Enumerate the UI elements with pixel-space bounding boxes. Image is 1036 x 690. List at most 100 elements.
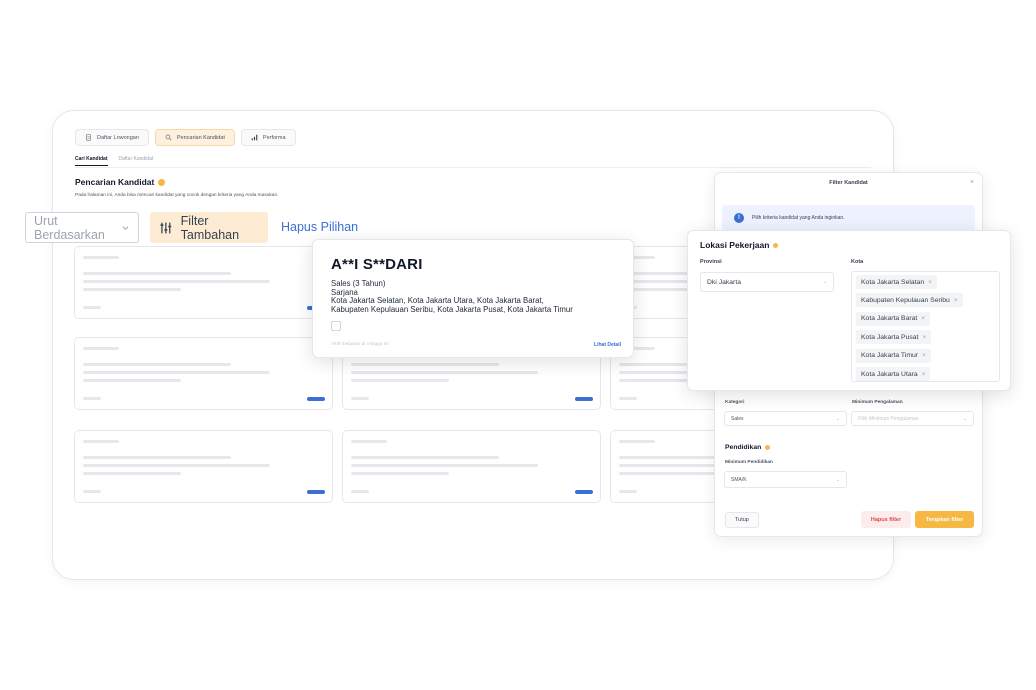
remove-icon[interactable]: × bbox=[922, 371, 926, 378]
provinsi-label: Provinsi bbox=[700, 259, 722, 265]
pengalaman-label: Minimum Pengalaman bbox=[852, 400, 903, 405]
info-icon[interactable] bbox=[158, 178, 166, 186]
skeleton-line bbox=[83, 256, 119, 259]
remove-icon[interactable]: × bbox=[954, 297, 958, 304]
city-chip-label: Kota Jakarta Barat bbox=[861, 315, 918, 323]
lokasi-pekerjaan-panel: Lokasi Pekerjaan Provinsi Kota Dki Jakar… bbox=[687, 230, 1011, 391]
city-chip[interactable]: Kota Jakarta Pusat × bbox=[856, 330, 932, 345]
skeleton-line bbox=[619, 397, 637, 400]
skeleton-line bbox=[83, 440, 119, 443]
pendidikan-title-text: Pendidikan bbox=[725, 444, 762, 451]
skeleton-line bbox=[83, 464, 270, 467]
min-pendidikan-select[interactable]: SMA/K ⌄ bbox=[724, 471, 847, 488]
city-chip-label: Kota Jakarta Pusat bbox=[861, 333, 919, 341]
info-banner: ! Pilih kriteria kandidat yang Anda ingi… bbox=[722, 205, 975, 231]
chevron-down-icon: ⌄ bbox=[962, 415, 967, 422]
city-chip-label: Kota Jakarta Timur bbox=[861, 352, 919, 360]
skeleton-line bbox=[83, 379, 181, 382]
min-pendidikan-value: SMA/K bbox=[731, 476, 747, 483]
city-chip[interactable]: Kabupaten Kepulauan Seribu × bbox=[856, 293, 963, 308]
sliders-icon bbox=[160, 222, 172, 233]
city-chip[interactable]: Kota Jakarta Timur × bbox=[856, 348, 931, 363]
skeleton-line bbox=[619, 472, 717, 475]
search-icon bbox=[165, 134, 172, 141]
remove-icon[interactable]: × bbox=[922, 352, 926, 359]
hapus-filter-button[interactable]: Hapus filter bbox=[861, 511, 911, 528]
candidate-locations-2: Kabupaten Kepulauan Seribu, Kota Jakarta… bbox=[331, 304, 573, 314]
candidate-card-placeholder bbox=[74, 246, 333, 319]
kategori-select[interactable]: Sales ⌄ bbox=[724, 411, 847, 426]
filter-tambahan-button[interactable]: Filter Tambahan bbox=[150, 212, 268, 243]
action-pill bbox=[575, 490, 593, 494]
page-title: Pencarian Kandidat bbox=[75, 177, 166, 187]
candidate-card-placeholder bbox=[74, 430, 333, 503]
subtab-cari-kandidat[interactable]: Cari Kandidat bbox=[75, 156, 108, 166]
info-icon[interactable] bbox=[765, 445, 771, 450]
min-pendidikan-label: Minimum Pendidikan bbox=[725, 460, 773, 465]
city-chip[interactable]: Kota Jakarta Barat × bbox=[856, 311, 931, 326]
close-icon[interactable]: × bbox=[970, 179, 974, 186]
sort-label: Urut Berdasarkan bbox=[34, 213, 105, 242]
skeleton-line bbox=[619, 440, 655, 443]
modal-title: Filter Kandidat bbox=[829, 180, 868, 186]
skeleton-line bbox=[83, 472, 181, 475]
candidate-card-placeholder bbox=[342, 430, 601, 503]
candidate-experience: Sales (3 Tahun) bbox=[331, 279, 386, 288]
skeleton-line bbox=[351, 464, 538, 467]
terapkan-filter-button[interactable]: Terapkan filter bbox=[915, 511, 974, 528]
skeleton-line bbox=[83, 288, 181, 291]
lihat-detail-link[interactable]: Lihat Detail bbox=[594, 342, 621, 348]
remove-icon[interactable]: × bbox=[922, 334, 926, 341]
tab-label: Performa bbox=[262, 134, 286, 141]
skeleton-line bbox=[83, 363, 231, 366]
skeleton-line bbox=[351, 397, 369, 400]
action-pill bbox=[575, 397, 593, 401]
tab-performa[interactable]: Performa bbox=[240, 129, 296, 146]
kota-label: Kota bbox=[851, 259, 864, 265]
city-chip[interactable]: Kota Jakarta Utara × bbox=[856, 367, 931, 381]
pengalaman-select[interactable]: Pilih Minimum Pengalaman ⌄ bbox=[851, 411, 974, 426]
lokasi-title-text: Lokasi Pekerjaan bbox=[700, 240, 770, 250]
skeleton-line bbox=[351, 490, 369, 493]
hapus-pilihan-link[interactable]: Hapus Pilihan bbox=[281, 220, 358, 234]
kota-multiselect[interactable]: Kota Jakarta Selatan × Kabupaten Kepulauan… bbox=[851, 271, 1000, 382]
remove-icon[interactable]: × bbox=[921, 315, 925, 322]
tab-daftar-lowongan[interactable]: Daftar Lowongan bbox=[75, 129, 149, 146]
candidate-card[interactable]: A**I S**DARI Sales (3 Tahun) Sarjana Kot… bbox=[312, 239, 634, 358]
city-chip[interactable]: Kota Jakarta Selatan × bbox=[856, 275, 937, 289]
skeleton-line bbox=[351, 472, 449, 475]
pendidikan-title: Pendidikan bbox=[725, 444, 771, 451]
action-pill bbox=[307, 490, 325, 494]
provinsi-select[interactable]: Dki Jakarta ⌄ bbox=[700, 272, 834, 292]
page-title-text: Pencarian Kandidat bbox=[75, 177, 155, 187]
info-icon: ! bbox=[734, 213, 744, 223]
skeleton-line bbox=[83, 280, 270, 283]
remove-icon[interactable]: × bbox=[928, 279, 932, 286]
skeleton-line bbox=[351, 440, 387, 443]
info-text: Pilih kriteria kandidat yang Anda ingink… bbox=[752, 215, 845, 221]
candidate-checkbox[interactable] bbox=[331, 321, 341, 331]
candidate-card-placeholder bbox=[74, 337, 333, 410]
candidate-info: Sales (3 Tahun) Sarjana Kota Jakarta Sel… bbox=[331, 279, 573, 314]
tab-pencarian-kandidat[interactable]: Pencarian Kandidat bbox=[154, 129, 235, 146]
sort-dropdown[interactable]: Urut Berdasarkan bbox=[25, 212, 139, 243]
chevron-down-icon bbox=[122, 225, 129, 230]
skeleton-line bbox=[83, 397, 101, 400]
skeleton-line bbox=[83, 272, 231, 275]
city-chip-label: Kota Jakarta Selatan bbox=[861, 278, 925, 286]
lokasi-title: Lokasi Pekerjaan bbox=[700, 240, 779, 250]
skeleton-line bbox=[83, 306, 101, 309]
subtab-daftar-kandidat[interactable]: Daftar Kandidat bbox=[119, 156, 154, 166]
tutup-button[interactable]: Tutup bbox=[725, 512, 759, 528]
chevron-down-icon: ⌄ bbox=[835, 415, 840, 422]
provinsi-value: Dki Jakarta bbox=[707, 278, 741, 286]
skeleton-line bbox=[83, 371, 270, 374]
pengalaman-placeholder: Pilih Minimum Pengalaman bbox=[858, 415, 919, 422]
bar-chart-icon bbox=[251, 134, 258, 141]
candidate-activity: Aktif melamar di minggu ini bbox=[331, 342, 389, 347]
info-icon[interactable] bbox=[773, 242, 779, 248]
candidate-name: A**I S**DARI bbox=[331, 256, 423, 273]
kategori-value: Sales bbox=[731, 415, 744, 422]
skeleton-line bbox=[83, 490, 101, 493]
tab-label: Daftar Lowongan bbox=[97, 134, 139, 141]
